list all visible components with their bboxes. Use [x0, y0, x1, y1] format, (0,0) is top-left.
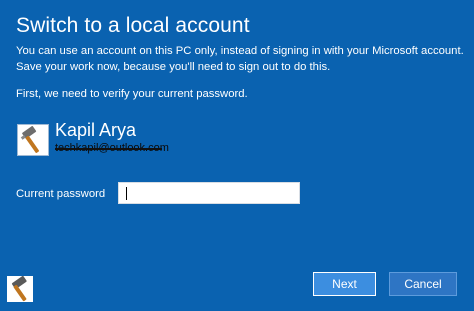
- next-button[interactable]: Next: [313, 272, 376, 296]
- current-password-input[interactable]: [118, 182, 300, 204]
- dialog-title: Switch to a local account: [16, 14, 250, 37]
- intro-text: You can use an account on this PC only, …: [16, 45, 464, 73]
- cancel-button[interactable]: Cancel: [389, 272, 457, 296]
- verify-text: First, we need to verify your current pa…: [16, 88, 248, 100]
- text-caret: [126, 187, 127, 200]
- email-redaction: [55, 148, 162, 150]
- user-name: Kapil Arya: [55, 120, 137, 140]
- site-logo: [3, 272, 37, 306]
- user-avatar: [17, 124, 49, 156]
- hammer-logo-icon: [7, 275, 33, 302]
- current-password-label: Current password: [16, 188, 106, 200]
- hammer-icon: [20, 126, 39, 153]
